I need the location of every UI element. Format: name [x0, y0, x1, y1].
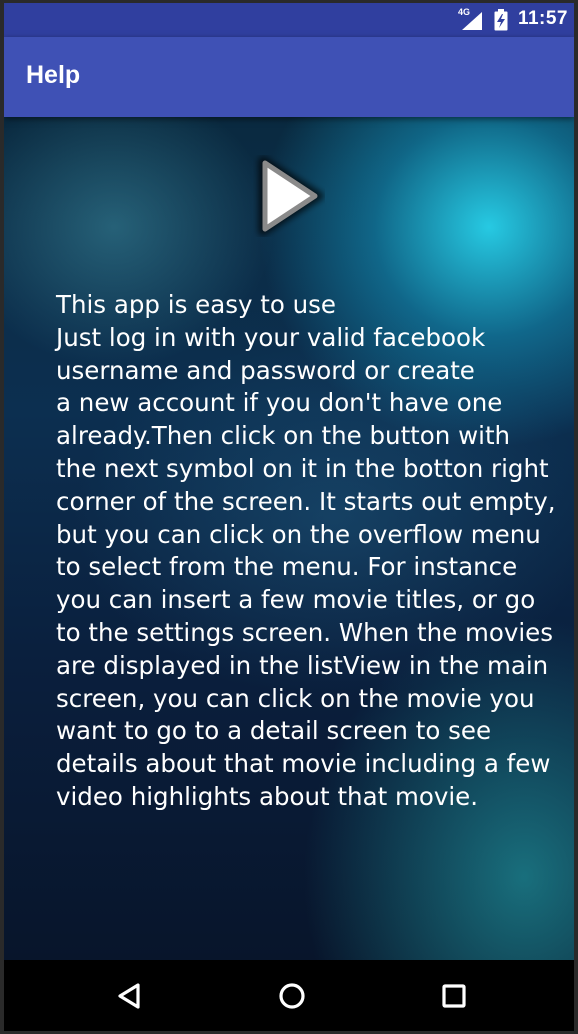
help-text-line: already.Then click on the button with: [56, 421, 511, 451]
help-text: This app is easy to use Just log in with …: [56, 289, 566, 814]
recents-square-icon[interactable]: [434, 976, 474, 1016]
help-text-line: a new account if you don't have one: [56, 388, 503, 418]
help-text-line: the next symbol on it in the botton righ…: [56, 453, 549, 483]
status-bar: 4G 11:57: [4, 3, 574, 37]
help-content: This app is easy to use Just log in with …: [4, 117, 574, 960]
help-text-line: want to go to a detail screen to see: [56, 716, 492, 746]
help-text-line: details about that movie including a few: [56, 749, 551, 779]
help-text-line: corner of the screen. It starts out empt…: [56, 486, 556, 516]
home-circle-icon[interactable]: [272, 976, 312, 1016]
help-text-line: to select from the menu. For instance: [56, 552, 518, 582]
app-bar: Help: [4, 37, 574, 117]
help-text-line: are displayed in the listView in the mai…: [56, 650, 549, 680]
play-icon[interactable]: [253, 155, 325, 237]
back-triangle-icon[interactable]: [110, 976, 150, 1016]
help-text-line: username and password or create: [56, 355, 475, 385]
help-text-line: This app is easy to use: [56, 290, 337, 319]
help-text-line: you can insert a few movie titles, or go: [56, 585, 536, 615]
device-frame: 4G 11:57 Help This app is easy to use Ju…: [0, 0, 578, 1034]
page-title: Help: [26, 61, 81, 89]
help-text-line: screen, you can click on the movie you: [56, 683, 535, 713]
help-text-line: but you can click on the overflow menu: [56, 519, 541, 549]
help-text-line: video highlights about that movie.: [56, 781, 479, 811]
signal-icon: [462, 12, 482, 30]
help-text-line: to the settings screen. When the movies: [56, 617, 554, 647]
status-time: 11:57: [517, 8, 568, 29]
battery-charging-icon: [494, 9, 508, 31]
navigation-bar: [4, 960, 574, 1031]
help-text-line: Just log in with your valid facebook: [56, 322, 486, 352]
screen: 4G 11:57 Help This app is easy to use Ju…: [4, 3, 574, 1031]
